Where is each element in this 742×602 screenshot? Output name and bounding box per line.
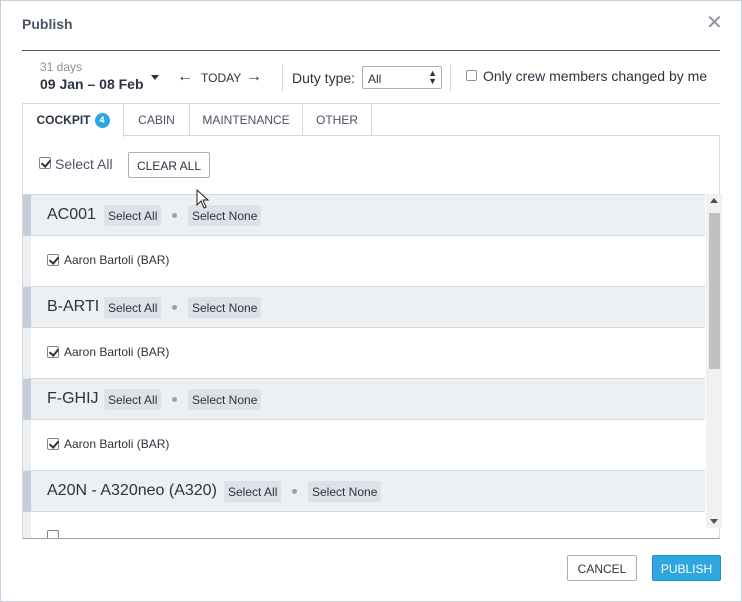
group-select-all-button[interactable]: Select All xyxy=(104,297,162,318)
group-name: A20N - A320neo (A320) xyxy=(47,482,217,499)
arrow-left-icon[interactable]: ← xyxy=(177,68,193,86)
list-item[interactable] xyxy=(23,512,705,538)
today-button[interactable]: TODAY xyxy=(201,71,241,85)
group-name: AC001 xyxy=(47,206,96,223)
tab-cabin[interactable]: CABIN xyxy=(124,104,190,136)
tab-cockpit[interactable]: COCKPIT 4 xyxy=(22,104,124,137)
member-name: Aaron Bartoli (BAR) xyxy=(64,253,170,267)
publish-button[interactable]: PUBLISH xyxy=(652,555,721,581)
only-changed-label[interactable]: Only crew members changed by me xyxy=(483,68,707,84)
group-select-all-button[interactable]: Select All xyxy=(104,205,162,226)
group-select-none-button[interactable]: Select None xyxy=(308,481,382,502)
divider xyxy=(450,65,451,91)
group-name: B-ARTI xyxy=(47,298,100,315)
clear-all-button[interactable]: CLEAR ALL xyxy=(128,152,210,178)
tab-panel: Select All CLEAR ALL AC001 Select All Se… xyxy=(22,136,722,539)
select-all-label[interactable]: Select All xyxy=(55,156,113,172)
list-scrollbar[interactable] xyxy=(706,194,722,528)
separator-dot xyxy=(292,489,297,494)
arrow-right-icon[interactable]: → xyxy=(246,68,262,86)
count-badge: 4 xyxy=(94,113,110,128)
group-header: A20N - A320neo (A320) Select All Select … xyxy=(23,471,705,512)
close-icon[interactable]: ✕ xyxy=(706,13,723,33)
group-header: F-GHIJ Select All Select None xyxy=(23,379,705,420)
group-select-all-button[interactable]: Select All xyxy=(224,481,282,502)
list-item[interactable]: Aaron Bartoli (BAR) xyxy=(23,236,705,287)
group-select-none-button[interactable]: Select None xyxy=(188,389,262,410)
cancel-button[interactable]: CANCEL xyxy=(567,555,637,581)
group-header: AC001 Select All Select None xyxy=(23,195,705,236)
group-select-all-button[interactable]: Select All xyxy=(104,389,162,410)
duty-type-value: All xyxy=(368,72,382,86)
only-changed-checkbox[interactable] xyxy=(466,70,477,81)
date-days-count: 31 days xyxy=(40,60,83,74)
tab-maintenance[interactable]: MAINTENANCE xyxy=(190,104,303,136)
member-name: Aaron Bartoli (BAR) xyxy=(64,437,170,451)
member-checkbox[interactable] xyxy=(47,530,59,538)
tab-other[interactable]: OTHER xyxy=(303,104,372,136)
mouse-pointer-icon xyxy=(196,189,210,209)
crew-list[interactable]: AC001 Select All Select None Aaron Barto… xyxy=(23,194,705,538)
scroll-up-icon[interactable] xyxy=(710,198,718,203)
duty-type-select[interactable]: All ▲ ▼ xyxy=(362,66,442,89)
select-arrows-icon: ▲ ▼ xyxy=(428,68,437,86)
select-all-checkbox[interactable] xyxy=(39,157,51,169)
date-range-picker[interactable]: 31 days 09 Jan – 08 Feb xyxy=(40,60,144,92)
group-name: F-GHIJ xyxy=(47,390,99,407)
group-header: B-ARTI Select All Select None xyxy=(23,287,705,328)
divider xyxy=(282,65,283,91)
tab-bar: COCKPIT 4 CABIN MAINTENANCE OTHER xyxy=(22,104,720,137)
scroll-thumb[interactable] xyxy=(709,213,720,369)
list-item[interactable]: Aaron Bartoli (BAR) xyxy=(23,328,705,379)
duty-type-label: Duty type: xyxy=(292,70,356,86)
member-checkbox[interactable] xyxy=(47,346,59,358)
member-checkbox[interactable] xyxy=(47,438,59,450)
dialog-title: Publish xyxy=(22,16,73,32)
date-range-value[interactable]: 09 Jan – 08 Feb xyxy=(40,76,144,92)
group-select-none-button[interactable]: Select None xyxy=(188,297,262,318)
tab-label: COCKPIT xyxy=(36,113,91,127)
list-item[interactable]: Aaron Bartoli (BAR) xyxy=(23,420,705,471)
toolbar: 31 days 09 Jan – 08 Feb ← TODAY → Duty t… xyxy=(22,51,720,104)
chevron-down-icon[interactable] xyxy=(151,75,159,80)
member-checkbox[interactable] xyxy=(47,254,59,266)
member-name: Aaron Bartoli (BAR) xyxy=(64,345,170,359)
separator-dot xyxy=(172,397,177,402)
separator-dot xyxy=(172,213,177,218)
publish-dialog: Publish ✕ 31 days 09 Jan – 08 Feb ← TODA… xyxy=(0,0,742,602)
separator-dot xyxy=(172,305,177,310)
scroll-down-icon[interactable] xyxy=(710,519,718,524)
